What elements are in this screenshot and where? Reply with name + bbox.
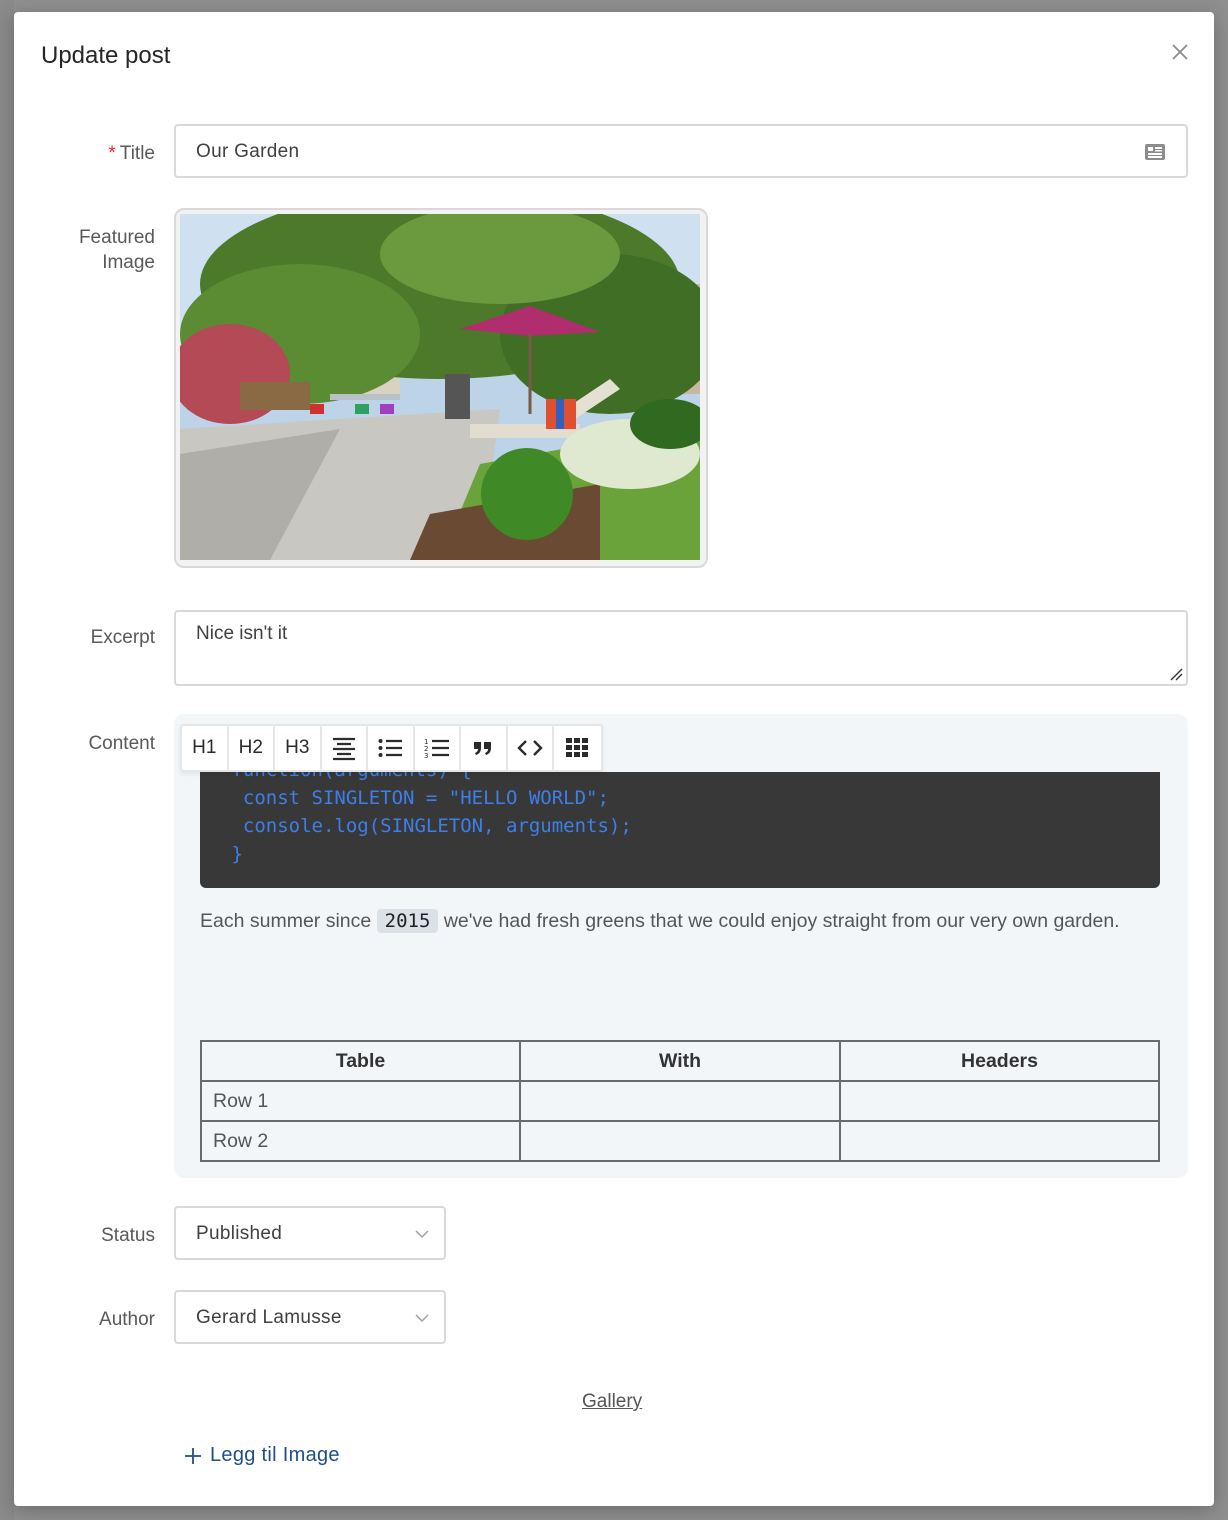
required-mark: * (108, 143, 116, 164)
title-label: * Title (5, 141, 155, 166)
quote-button[interactable] (461, 726, 508, 770)
modal-title: Update post (41, 42, 171, 69)
excerpt-textarea[interactable]: Nice isn't it (174, 610, 1188, 686)
status-label: Status (101, 1225, 155, 1246)
excerpt-value: Nice isn't it (196, 623, 288, 644)
title-input-value: Our Garden (196, 141, 300, 162)
featured-image-label: Featured Image (5, 225, 155, 275)
code-line: console.log(SINGLETON, arguments); (220, 815, 632, 837)
chevron-down-icon (415, 1230, 429, 1239)
table-cell[interactable] (839, 1080, 1160, 1122)
bullet-list-icon (378, 739, 403, 757)
inline-code: 2015 (376, 909, 439, 933)
content-table[interactable]: Table With Headers Row 1 Row 2 (200, 1040, 1160, 1162)
numbered-list-icon: 1 2 3 (424, 738, 449, 760)
table-cell[interactable] (839, 1120, 1160, 1162)
code-button[interactable] (508, 726, 554, 770)
table-button[interactable] (554, 726, 601, 770)
excerpt-label: Excerpt (90, 627, 155, 648)
table-grid-icon (566, 738, 589, 757)
close-icon (1172, 44, 1188, 60)
featured-image-label-line1: Featured (78, 227, 155, 248)
code-icon (517, 740, 543, 756)
title-label-text: Title (119, 143, 155, 164)
author-label: Author (99, 1309, 155, 1330)
close-button[interactable] (1168, 40, 1192, 64)
align-center-button[interactable] (322, 726, 368, 770)
update-post-modal: Update post * Title Our Garden Featured I… (14, 12, 1214, 1506)
content-paragraph[interactable]: Each summer since 2015 we've had fresh g… (200, 908, 1160, 934)
heading-3-button[interactable]: H3 (275, 726, 322, 770)
table-cell[interactable]: Row 1 (200, 1080, 521, 1122)
code-block[interactable]: function(arguments) { const SINGLETON = … (200, 772, 1160, 888)
table-cell[interactable] (519, 1120, 841, 1162)
table-header-cell[interactable]: With (519, 1040, 841, 1082)
quote-icon (474, 742, 492, 755)
add-image-button[interactable]: Legg til Image (184, 1444, 340, 1467)
content-label: Content (88, 733, 155, 754)
featured-image-label-line2: Image (102, 252, 155, 273)
plus-icon (185, 1447, 201, 1464)
table-header-cell[interactable]: Table (200, 1040, 521, 1082)
align-center-icon (332, 737, 355, 761)
numbered-list-button[interactable]: 1 2 3 (415, 726, 461, 770)
chevron-down-icon (415, 1314, 429, 1323)
status-select[interactable]: Published (174, 1206, 446, 1260)
add-image-label: Legg til Image (210, 1444, 340, 1466)
heading-1-button[interactable]: H1 (182, 726, 229, 770)
code-line: function(arguments) { (220, 772, 1160, 784)
bullet-list-button[interactable] (368, 726, 415, 770)
author-select[interactable]: Gerard Lamusse (174, 1290, 446, 1344)
code-line: } (220, 843, 243, 865)
featured-image (180, 214, 700, 560)
paragraph-text: we've had fresh greens that we could enj… (438, 910, 1120, 932)
author-select-value: Gerard Lamusse (196, 1307, 342, 1328)
table-row: Row 2 (200, 1120, 1160, 1162)
featured-image-upload[interactable] (174, 208, 708, 568)
code-line: const SINGLETON = "HELLO WORLD"; (220, 787, 609, 809)
editor-toolbar: H1 H2 H3 1 2 3 (180, 724, 603, 772)
table-cell[interactable]: Row 2 (200, 1120, 521, 1162)
resize-grip-icon[interactable] (1168, 666, 1184, 682)
table-header-cell[interactable]: Headers (839, 1040, 1160, 1082)
paragraph-text: Each summer since (200, 910, 377, 932)
heading-2-button[interactable]: H2 (229, 726, 275, 770)
content-editor[interactable]: H1 H2 H3 1 2 3 const SINGLETON = "HELLO … (174, 714, 1188, 1178)
status-select-value: Published (196, 1223, 283, 1244)
contact-card-icon (1145, 144, 1165, 160)
title-input[interactable]: Our Garden (174, 124, 1188, 178)
gallery-link[interactable]: Gallery (582, 1391, 642, 1413)
svg-text:3: 3 (424, 752, 428, 760)
table-row: Row 1 (200, 1080, 1160, 1122)
table-cell[interactable] (519, 1080, 841, 1122)
table-header-row: Table With Headers (200, 1040, 1160, 1082)
